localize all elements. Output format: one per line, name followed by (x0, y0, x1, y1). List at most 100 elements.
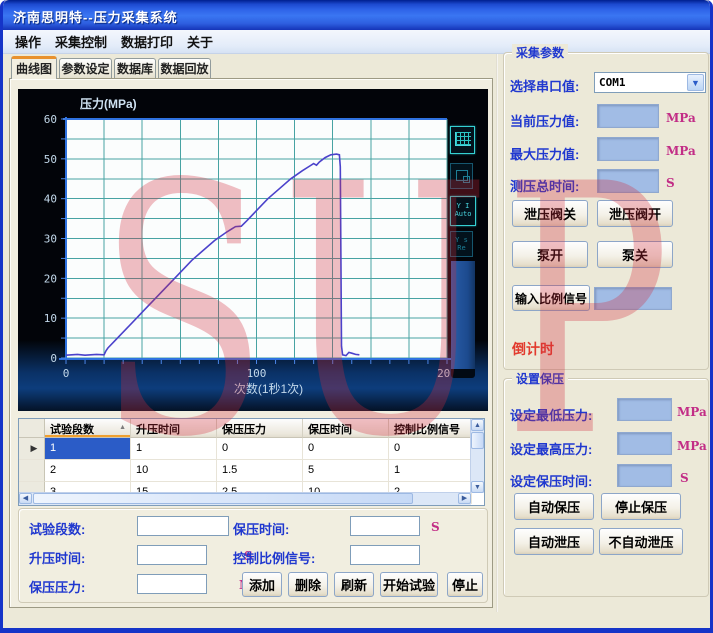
cell[interactable]: 5 (303, 460, 389, 482)
max-pressure-value[interactable] (597, 137, 659, 161)
segment-label: 试验段数: (29, 519, 85, 538)
panel-divider (496, 54, 498, 612)
max-hold-pressure-unit: MPa (677, 439, 707, 453)
countdown-label: 倒计时 (512, 339, 554, 359)
acquisition-params-group: 采集参数 选择串口值: COM1 ▼ 当前压力值: MPa 最大压力值: MPa… (503, 52, 709, 370)
input-ratio-signal-button[interactable]: 输入比例信号 (512, 285, 590, 311)
acquisition-params-title: 采集参数 (512, 44, 568, 61)
pump-off-button[interactable]: 泵关 (597, 241, 673, 268)
scroll-right-icon[interactable]: ▶ (458, 493, 471, 504)
add-button[interactable]: 添加 (242, 572, 282, 597)
header-hold-pressure[interactable]: 保压压力 (217, 419, 303, 438)
header-segment[interactable]: 试验段数▲ (45, 419, 131, 438)
delete-button[interactable]: 删除 (288, 572, 328, 597)
current-pressure-label: 当前压力值: (510, 111, 579, 130)
no-auto-release-button[interactable]: 不自动泄压 (599, 528, 683, 555)
zoom-glyph (456, 170, 468, 181)
cell[interactable]: 0 (217, 438, 303, 460)
pressure-chart: 01002000102030405060压力(MPa)次数(1秒1次) (18, 89, 488, 411)
chart-container: 01002000102030405060压力(MPa)次数(1秒1次) Y I … (18, 89, 488, 411)
serial-port-select[interactable]: COM1 ▼ (594, 72, 706, 93)
svg-text:30: 30 (44, 233, 57, 246)
menu-about[interactable]: 关于 (184, 29, 224, 54)
chart-side-slider[interactable] (451, 261, 475, 369)
min-pressure-value[interactable] (617, 398, 672, 421)
segment-input[interactable] (137, 516, 229, 536)
hold-time-setting-value[interactable] (617, 464, 672, 487)
grid-icon[interactable] (450, 126, 475, 154)
scroll-up-icon[interactable]: ▲ (471, 419, 484, 431)
hold-time-label: 保压时间: (233, 519, 289, 538)
start-test-button[interactable]: 开始试验 (380, 572, 438, 597)
row-selector[interactable] (19, 460, 45, 482)
header-hold-time[interactable]: 保压时间 (303, 419, 389, 438)
menu-operation[interactable]: 操作 (12, 29, 52, 54)
segment-form: 试验段数: 升压时间: S 保压压力: MPa 保压时间: S 控制比例信号: … (18, 508, 488, 603)
header-rise-time[interactable]: 升压时间 (131, 419, 217, 438)
y-auto-line2: Auto (451, 210, 475, 218)
zoom-box-icon[interactable] (450, 163, 473, 189)
cell[interactable]: 2 (45, 460, 131, 482)
hold-time-unit: S (431, 520, 440, 534)
auto-release-button[interactable]: 自动泄压 (514, 528, 594, 555)
horizontal-scrollbar[interactable]: ◀ ▶ (19, 492, 471, 505)
menu-data-print[interactable]: 数据打印 (118, 29, 184, 54)
tab-parameters[interactable]: 参数设定 (59, 58, 112, 79)
auto-hold-button[interactable]: 自动保压 (514, 493, 594, 520)
ratio-signal-label: 控制比例信号: (233, 548, 315, 567)
cell[interactable]: 1 (131, 438, 217, 460)
tab-playback[interactable]: 数据回放 (158, 58, 211, 79)
cell[interactable]: 0 (303, 438, 389, 460)
tab-database[interactable]: 数据库 (114, 58, 156, 79)
svg-text:50: 50 (44, 153, 57, 166)
chart-side-slider-cap (451, 369, 475, 378)
relief-valve-open-button[interactable]: 泄压阀开 (597, 200, 673, 227)
row-marker-icon[interactable]: ▶ (19, 438, 45, 460)
svg-text:100: 100 (247, 367, 267, 380)
cell[interactable]: 1.5 (217, 460, 303, 482)
hold-time-input[interactable] (350, 516, 420, 536)
table-row[interactable]: ▶ 1 1 0 0 0 (19, 438, 484, 460)
y-auto-line1: Y I (451, 202, 475, 210)
cell[interactable]: 0 (389, 438, 472, 460)
svg-text:0: 0 (50, 352, 57, 365)
hold-pressure-label: 保压压力: (29, 577, 85, 596)
max-pressure-unit: MPa (666, 144, 696, 158)
total-time-value[interactable] (597, 169, 659, 193)
hold-pressure-input[interactable] (137, 574, 207, 594)
cell[interactable]: 10 (131, 460, 217, 482)
rescale-line1: Y s (451, 236, 472, 244)
menu-bar: 操作 采集控制 数据打印 关于 (3, 30, 710, 54)
rescale-icon[interactable]: Y s Re (450, 231, 473, 257)
chevron-down-icon[interactable]: ▼ (687, 74, 704, 91)
relief-valve-close-button[interactable]: 泄压阀关 (512, 200, 588, 227)
table-row[interactable]: 2 10 1.5 5 1 (19, 460, 484, 482)
max-hold-pressure-value[interactable] (617, 432, 672, 455)
vertical-scrollbar[interactable]: ▲ ▼ (470, 419, 484, 493)
scroll-down-icon[interactable]: ▼ (471, 481, 484, 493)
vscroll-thumb[interactable] (471, 432, 484, 449)
stop-button[interactable]: 停止 (447, 572, 483, 597)
rise-time-input[interactable] (137, 545, 207, 565)
rise-time-label: 升压时间: (29, 548, 85, 567)
refresh-button[interactable]: 刷新 (334, 572, 374, 597)
hscroll-thumb[interactable] (33, 493, 413, 504)
grid-glyph (455, 132, 471, 146)
y-auto-icon[interactable]: Y I Auto (450, 196, 476, 226)
stop-hold-button[interactable]: 停止保压 (601, 493, 681, 520)
header-ratio-signal[interactable]: 控制比例信号 (389, 419, 472, 438)
current-pressure-unit: MPa (666, 111, 696, 125)
ratio-signal-value[interactable] (594, 287, 672, 310)
pump-on-button[interactable]: 泵开 (512, 241, 588, 268)
cell[interactable]: 1 (45, 438, 131, 460)
menu-acquisition-control[interactable]: 采集控制 (52, 29, 118, 54)
cell[interactable]: 1 (389, 460, 472, 482)
title-bar[interactable]: 济南思明特--压力采集系统 (3, 0, 710, 30)
ratio-signal-input[interactable] (350, 545, 420, 565)
header-selector (19, 419, 45, 438)
scroll-left-icon[interactable]: ◀ (19, 493, 32, 504)
hold-time-setting-unit: S (680, 471, 689, 485)
tab-curve[interactable]: 曲线图 (11, 56, 57, 79)
svg-text:40: 40 (44, 193, 57, 206)
current-pressure-value[interactable] (597, 104, 659, 128)
